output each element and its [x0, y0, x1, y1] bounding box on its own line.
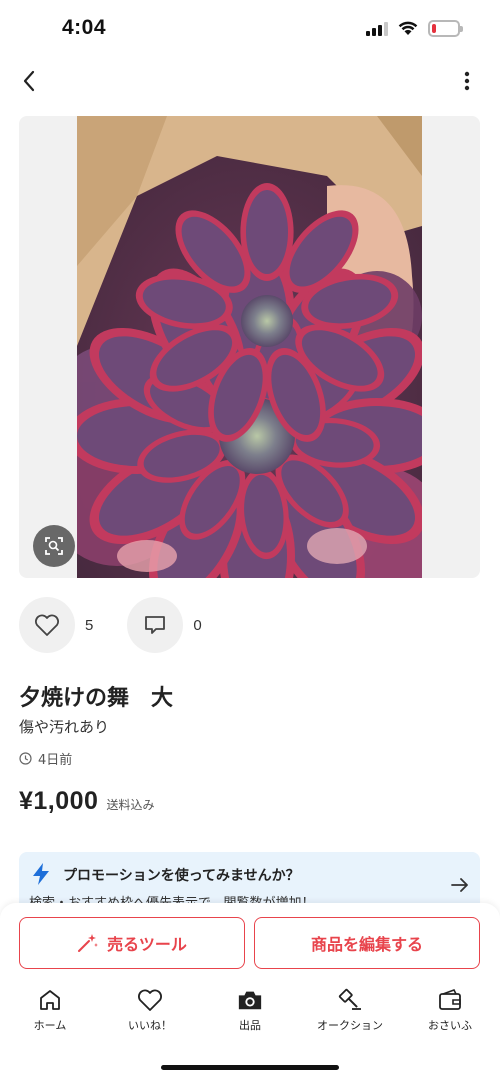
tab-listing-label: 出品	[239, 1019, 261, 1032]
tab-likes-label: いいね！	[128, 1019, 172, 1032]
camera-icon	[237, 987, 263, 1013]
signal-icon	[366, 21, 388, 36]
like-button[interactable]	[19, 597, 75, 653]
back-button[interactable]	[12, 64, 46, 98]
sell-tool-button[interactable]: 売るツール	[19, 917, 245, 969]
more-vertical-icon	[464, 71, 470, 91]
image-search-icon	[45, 537, 63, 555]
price-row: ¥1,000 送料込み	[19, 787, 154, 816]
status-time: 4:04	[62, 16, 107, 39]
edit-item-button[interactable]: 商品を編集する	[254, 917, 480, 969]
wifi-icon	[398, 21, 418, 35]
wallet-icon	[437, 987, 463, 1013]
social-actions: 5 0	[19, 597, 236, 653]
status-icons	[366, 20, 463, 37]
comment-button[interactable]	[127, 597, 184, 653]
tab-listing[interactable]: 出品	[200, 987, 300, 1047]
product-title: 夕焼けの舞 大	[19, 686, 174, 711]
tab-home-label: ホーム	[33, 1019, 67, 1032]
product-photo[interactable]	[77, 116, 422, 578]
posted-time: 4日前	[19, 749, 72, 768]
gavel-icon	[337, 987, 363, 1013]
product-condition: 傷や汚れあり	[19, 718, 110, 736]
posted-time-label: 4日前	[38, 753, 73, 768]
tab-auction-label: オークション	[317, 1019, 383, 1032]
tab-likes[interactable]: いいね！	[100, 987, 200, 1047]
more-options-button[interactable]	[450, 64, 484, 98]
chevron-left-icon	[23, 70, 35, 92]
heart-icon	[35, 614, 59, 636]
price: ¥1,000	[19, 787, 99, 815]
like-count: 5	[85, 616, 94, 634]
battery-level	[432, 24, 436, 33]
comment-count: 0	[193, 616, 202, 634]
tab-auction[interactable]: オークション	[300, 987, 400, 1047]
bottom-action-sheet: 売るツール 商品を編集する ホーム いいね！ 出品 オークション おさいふ	[0, 903, 500, 1080]
sell-tool-label: 売るツール	[107, 935, 187, 954]
edit-item-label: 商品を編集する	[310, 935, 423, 954]
arrow-right-icon	[451, 878, 468, 892]
comment-icon	[145, 616, 166, 634]
shipping-label: 送料込み	[106, 798, 155, 812]
tab-wallet[interactable]: おさいふ	[400, 987, 500, 1047]
heart-icon	[137, 987, 163, 1013]
promotion-title: プロモーションを使ってみませんか？	[63, 868, 300, 884]
image-search-button[interactable]	[33, 525, 75, 567]
home-indicator	[161, 1065, 339, 1070]
home-icon	[37, 987, 63, 1013]
status-bar: 4:04	[0, 0, 500, 60]
battery-icon	[428, 20, 463, 37]
bolt-icon	[33, 863, 49, 885]
tab-bar: ホーム いいね！ 出品 オークション おさいふ	[0, 987, 500, 1047]
clock-icon	[19, 752, 32, 765]
tab-home[interactable]: ホーム	[0, 987, 100, 1047]
tab-wallet-label: おさいふ	[428, 1019, 472, 1032]
sparkle-wand-icon	[78, 934, 99, 952]
product-image-frame[interactable]	[19, 116, 480, 578]
